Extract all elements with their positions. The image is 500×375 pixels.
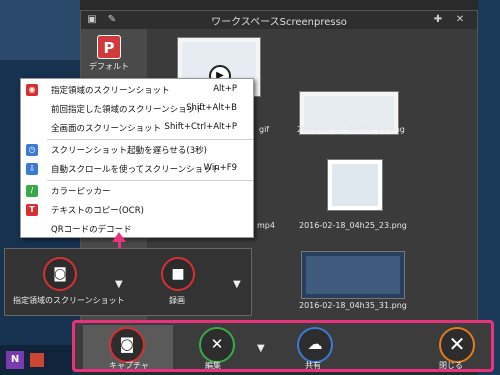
menu-separator: [47, 180, 253, 181]
main-toolbar: ◙ キャプチャ ✕ 編集 ▼ ☁ 共有 ✕ 閉じる: [72, 320, 494, 372]
region-capture-label: 指定領域のスクリーンショット: [13, 296, 125, 305]
menu-item-region-capture[interactable]: ◉ 指定領域のスクリーンショット Alt+P: [21, 81, 253, 99]
record-label: 録画: [169, 296, 185, 305]
desktop-window-strip: [0, 0, 80, 60]
screenpresso-logo-icon: P: [97, 35, 121, 59]
edit-label: 編集: [205, 361, 221, 370]
thumbnail[interactable]: [327, 159, 383, 211]
camera-icon[interactable]: ◙: [43, 257, 77, 291]
chevron-down-icon[interactable]: ▼: [233, 279, 241, 290]
thumbnail-caption-partial: mp4: [257, 221, 275, 230]
thumbnail-caption-partial: gif: [259, 125, 270, 134]
chevron-down-icon[interactable]: ▼: [115, 279, 123, 290]
thumbnail-caption: 2016-02-18_04h35_31.png: [299, 301, 407, 310]
thumbnail-caption: 2016-02-18_04h25_23.png: [299, 221, 407, 230]
menu-item-ocr[interactable]: T テキストのコピー(OCR): [21, 201, 253, 219]
menu-item-autoscroll[interactable]: ⇩ 自動スクロールを使ってスクリーンショット Win+F9: [21, 160, 253, 178]
menu-item-fullscreen[interactable]: 全画面のスクリーンショット Shift+Ctrl+Alt+P: [21, 119, 253, 137]
capture-context-menu: ◉ 指定領域のスクリーンショット Alt+P 前回指定した領域のスクリーンショッ…: [20, 78, 254, 238]
close-window-icon[interactable]: ✕: [453, 13, 467, 26]
capture-panel: ◙ 指定領域のスクリーンショット ▼ ■ 録画 ▼: [4, 248, 252, 316]
text-ocr-icon: T: [26, 204, 38, 216]
color-picker-icon: /: [26, 185, 38, 197]
timer-icon: ◷: [26, 144, 38, 156]
menu-item-delayed[interactable]: ◷ スクリーンショット起動を遅らせる(3秒): [21, 141, 253, 159]
chevron-down-icon[interactable]: ▼: [257, 343, 265, 354]
region-capture-icon: ◉: [26, 84, 38, 96]
workspace-default-label: デフォルト: [89, 62, 129, 71]
close-label: 閉じる: [439, 361, 463, 370]
thumbnail-caption: 2016-02-12_00h10_10.png: [297, 125, 405, 134]
capture-button-icon[interactable]: ◙: [109, 327, 145, 363]
menu-item-color-picker[interactable]: / カラーピッカー: [21, 182, 253, 200]
video-camera-icon[interactable]: ■: [161, 257, 195, 291]
menu-item-last-region[interactable]: 前回指定した領域のスクリーンショット Shift+Alt+B: [21, 100, 253, 118]
share-label: 共有: [305, 361, 321, 370]
app-icon[interactable]: [30, 353, 44, 367]
window-title: ワークスペースScreenpresso: [211, 17, 347, 28]
desktop-background-right: [478, 0, 500, 375]
thumbnail[interactable]: [301, 251, 405, 299]
workspace-default[interactable]: P デフォルト: [87, 35, 131, 73]
menu-item-qr-decode[interactable]: QRコードのデコード: [21, 220, 253, 238]
title-bar: ▣ ✎ ワークスペースScreenpresso ✚ ✕: [81, 11, 477, 29]
cloud-upload-icon[interactable]: ☁: [297, 327, 333, 363]
edit-tools-icon[interactable]: ✕: [199, 327, 235, 363]
close-icon[interactable]: ✕: [439, 327, 475, 363]
pin-icon[interactable]: ✚: [431, 13, 445, 26]
scroll-capture-icon: ⇩: [26, 163, 38, 175]
capture-label: キャプチャ: [109, 361, 149, 370]
menu-separator: [47, 139, 253, 140]
onenote-app-icon[interactable]: N: [6, 351, 24, 369]
